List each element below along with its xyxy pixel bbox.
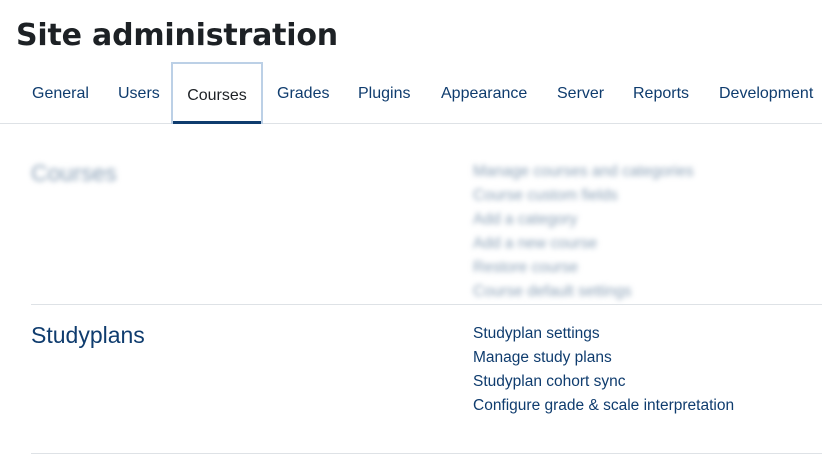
tab-courses[interactable]: Courses <box>171 62 263 124</box>
admin-tabs: General Users Courses Grades Plugins App… <box>0 62 822 124</box>
tab-server[interactable]: Server <box>557 62 604 124</box>
link-course-custom-fields[interactable]: Course custom fields <box>473 184 694 208</box>
courses-link-list: Manage courses and categories Course cus… <box>473 160 694 304</box>
section-divider-bottom <box>31 453 822 454</box>
page-title: Site administration <box>16 18 338 53</box>
studyplans-link-list: Studyplan settings Manage study plans St… <box>473 322 734 418</box>
tab-plugins[interactable]: Plugins <box>358 62 410 124</box>
tab-grades[interactable]: Grades <box>277 62 329 124</box>
link-add-a-new-course[interactable]: Add a new course <box>473 232 694 256</box>
tab-general[interactable]: General <box>32 62 89 124</box>
link-add-a-category[interactable]: Add a category <box>473 208 694 232</box>
section-divider <box>31 304 822 305</box>
link-restore-course[interactable]: Restore course <box>473 256 694 280</box>
link-configure-grade-scale-interpretation[interactable]: Configure grade & scale interpretation <box>473 394 734 418</box>
link-studyplan-settings[interactable]: Studyplan settings <box>473 322 734 346</box>
courses-section-heading[interactable]: Courses <box>31 160 117 187</box>
tab-reports[interactable]: Reports <box>633 62 689 124</box>
tab-appearance[interactable]: Appearance <box>441 62 527 124</box>
link-manage-courses-and-categories[interactable]: Manage courses and categories <box>473 160 694 184</box>
link-course-default-settings[interactable]: Course default settings <box>473 280 694 304</box>
link-studyplan-cohort-sync[interactable]: Studyplan cohort sync <box>473 370 734 394</box>
link-manage-study-plans[interactable]: Manage study plans <box>473 346 734 370</box>
studyplans-section-heading[interactable]: Studyplans <box>31 322 145 349</box>
tab-development[interactable]: Development <box>719 62 813 124</box>
tab-users[interactable]: Users <box>118 62 160 124</box>
